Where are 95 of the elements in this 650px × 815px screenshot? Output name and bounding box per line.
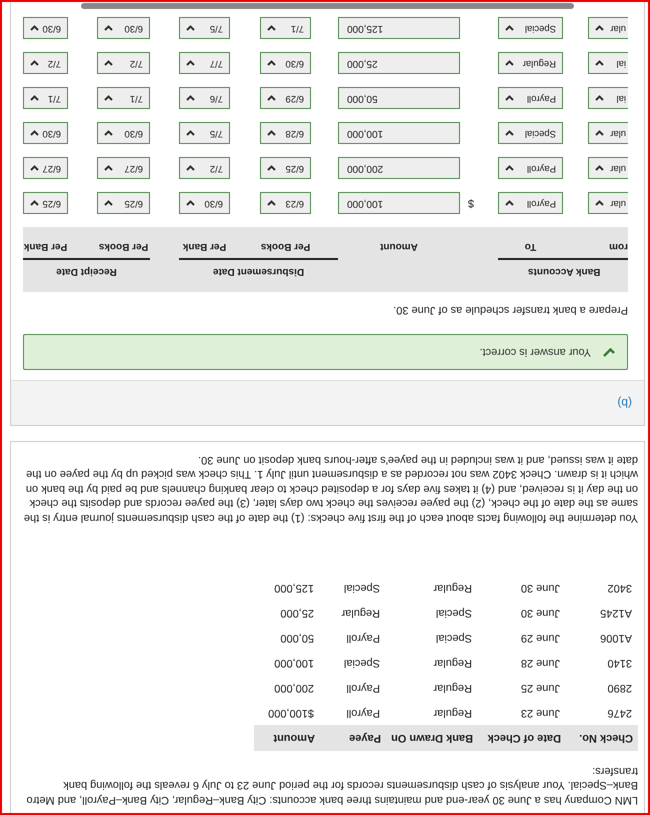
dropdown[interactable]: 7/2	[23, 52, 68, 74]
table-cell-text: 3140	[606, 656, 633, 671]
column-header: Per Bank	[23, 242, 68, 254]
column-header: Per Books	[260, 242, 311, 254]
table-cell-text: 100,000	[273, 656, 315, 671]
currency-symbol: $	[467, 198, 476, 210]
table-cell-text: Payroll	[345, 631, 381, 646]
amount-field[interactable]: 50,000	[338, 88, 460, 110]
table-cell-text: 3402	[606, 581, 633, 596]
table-cell-text: Special	[342, 581, 381, 596]
amount-field[interactable]: 125,000	[338, 18, 460, 40]
dropdown[interactable]: 7/6	[179, 88, 230, 110]
table-cell-text: June 25	[520, 681, 561, 696]
dropdown[interactable]: Payroll	[498, 192, 563, 214]
table-cell-text: Regular	[432, 581, 473, 596]
dropdown[interactable]: ular	[588, 192, 628, 214]
dropdown[interactable]: 6/25	[260, 158, 311, 180]
scrollbar-thumb[interactable]	[81, 3, 574, 9]
dropdown[interactable]: 6/30	[23, 122, 68, 144]
dropdown[interactable]: 6/30	[260, 52, 311, 74]
table-cell-text: June 29	[520, 631, 561, 646]
table-cell-text: Special	[434, 631, 473, 646]
dropdown[interactable]: 6/27	[97, 158, 150, 180]
facts-paragraph: You determine the following facts about each of the first five checks: (1) the date of the cash disbursements journal entry is the same as the date of the check, (2) the payee receives the check two days later, (3) the payee records and deposits the check on the day it is received, and (4) it takes five days for a deposited check to clear banking channels and be paid by the bank on which it is drawn. Check 3402 was not recorded as a disbursement until July 1. This check was picked up by the payee on the date it was issued, and it was included in the payee's after-hours bank deposit on June 30.	[22, 453, 638, 525]
table-cell-text: Regular	[432, 681, 473, 696]
amount-field[interactable]: 200,000	[338, 158, 460, 180]
dropdown[interactable]: ial	[588, 52, 628, 74]
table-cell-text: Payroll	[345, 681, 381, 696]
dropdown[interactable]: Special	[498, 18, 563, 40]
column-header: Per Bank	[182, 242, 228, 254]
table-cell-text: Regular	[432, 706, 473, 721]
table-cell-text: June 30	[520, 581, 561, 596]
intro-paragraph: LMN Company has a June 30 year-end and maintains three bank accounts: City Bank–Regular, City Bank–Payroll, and Metro Bank–Special. Your analysis of cash disbursements records for the period June 23 to July 6 reveals the following bank transfers:	[26, 764, 638, 807]
dropdown[interactable]: 6/23	[260, 192, 311, 214]
dropdown[interactable]: Regular	[498, 52, 563, 74]
dropdown[interactable]: 6/29	[260, 88, 311, 110]
dropdown[interactable]: Payroll	[498, 158, 563, 180]
table-cell-text: A1006	[599, 631, 633, 646]
group-header: Disbursement Date	[179, 258, 338, 278]
check-icon	[603, 348, 615, 357]
table-cell-text: 25,000	[279, 606, 315, 621]
table-cell-text: 50,000	[279, 631, 315, 646]
table-cell-text: June 23	[520, 706, 561, 721]
column-header: Check No.	[566, 725, 638, 752]
group-header: Bank Accounts	[498, 258, 628, 278]
feedback-text: Your answer is correct.	[480, 346, 591, 358]
table-cell-text: Payroll	[345, 706, 381, 721]
dropdown[interactable]: ial	[588, 88, 628, 110]
amount-field[interactable]: 100,000	[338, 122, 460, 144]
dropdown[interactable]: ular	[588, 158, 628, 180]
dropdown[interactable]: 6/25	[23, 192, 68, 214]
dropdown[interactable]: 6/28	[260, 122, 311, 144]
table-cell-text: 2890	[606, 681, 633, 696]
table-cell-text: A1245	[599, 606, 633, 621]
column-header: Amount	[254, 725, 320, 752]
part-label: (b)	[617, 396, 632, 410]
table-cell-text: 2476	[606, 706, 633, 721]
table-cell-text: Regular	[432, 656, 473, 671]
dropdown[interactable]: 6/25	[97, 192, 150, 214]
column-header: Date of Check	[478, 725, 566, 752]
table-cell-text: Special	[342, 656, 381, 671]
dropdown[interactable]: 7/1	[97, 88, 150, 110]
dropdown[interactable]: 6/30	[23, 18, 68, 40]
dropdown[interactable]: 7/7	[179, 52, 230, 74]
table-cell-text: 200,000	[273, 681, 315, 696]
table-cell-text: Regular	[340, 606, 381, 621]
table-cell-text: June 28	[520, 656, 561, 671]
dropdown[interactable]: Payroll	[498, 88, 563, 110]
dropdown[interactable]: 7/2	[97, 52, 150, 74]
column-header: rom	[608, 242, 628, 254]
table-cell-text: June 30	[520, 606, 561, 621]
dropdown[interactable]: 6/27	[23, 158, 68, 180]
column-header: Bank Drawn On	[386, 725, 478, 752]
table-cell-text: $100,000	[267, 706, 315, 721]
column-header: Payee	[320, 725, 386, 752]
instruction-text: Prepare a bank transfer schedule as of June 30.	[392, 304, 628, 316]
dropdown[interactable]: ular	[588, 18, 628, 40]
dropdown[interactable]: Special	[498, 122, 563, 144]
dropdown[interactable]: 6/30	[179, 192, 230, 214]
table-cell-text: 125,000	[273, 581, 315, 596]
amount-field[interactable]: 100,000	[338, 192, 460, 214]
dropdown[interactable]: 7/5	[179, 122, 230, 144]
group-header: Receipt Date	[23, 258, 150, 278]
column-header: Amount	[379, 242, 419, 254]
dropdown[interactable]: ular	[588, 122, 628, 144]
dropdown[interactable]: 7/5	[179, 18, 230, 40]
dropdown[interactable]: 7/2	[179, 158, 230, 180]
amount-field[interactable]: 25,000	[338, 52, 460, 74]
table-cell-text: Special	[434, 606, 473, 621]
column-header: To	[524, 242, 538, 254]
dropdown[interactable]: 6/30	[97, 18, 150, 40]
dropdown[interactable]: 6/30	[97, 122, 150, 144]
dropdown[interactable]: 7/1	[260, 18, 311, 40]
column-header: Per Books	[98, 242, 150, 254]
dropdown[interactable]: 7/1	[23, 88, 68, 110]
